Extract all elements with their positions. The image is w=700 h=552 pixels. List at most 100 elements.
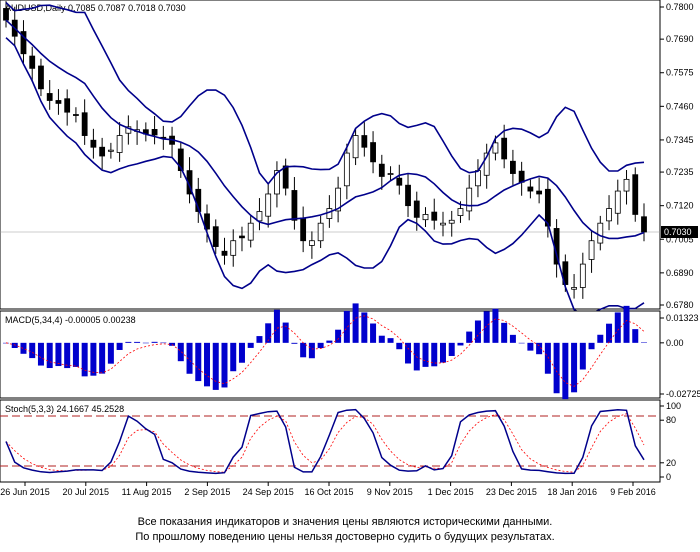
candle-body bbox=[370, 142, 376, 163]
macd-bar bbox=[90, 342, 97, 376]
macd-bar bbox=[46, 342, 53, 369]
date-tick-label: 24 Sep 2015 bbox=[243, 487, 294, 497]
date-tick-label: 26 Jun 2015 bbox=[0, 487, 50, 497]
candle-body bbox=[431, 211, 438, 221]
macd-bar bbox=[474, 320, 481, 343]
macd-bar bbox=[29, 342, 36, 359]
macd-bar bbox=[457, 342, 464, 346]
candle-body bbox=[256, 211, 263, 222]
macd-bar bbox=[247, 342, 254, 348]
price-tick-label: 0.7345 bbox=[666, 135, 694, 145]
date-tick-label: 18 Jan 2016 bbox=[547, 487, 597, 497]
candle-body bbox=[501, 137, 508, 160]
macd-bar bbox=[11, 342, 18, 349]
price-tick-label: 0.6780 bbox=[666, 300, 694, 310]
macd-bar bbox=[562, 342, 569, 400]
candle-body bbox=[440, 222, 446, 226]
candle-body bbox=[571, 287, 577, 290]
main-panel bbox=[0, 0, 661, 310]
macd-bar bbox=[308, 342, 315, 359]
stoch-tick-label: 20 bbox=[666, 458, 676, 468]
macd-bar bbox=[439, 342, 446, 363]
macd-bar bbox=[142, 342, 149, 344]
candle-body bbox=[326, 208, 333, 219]
macd-bar bbox=[396, 342, 403, 350]
candle-body bbox=[107, 149, 114, 152]
candle-body bbox=[527, 186, 534, 192]
candle-body bbox=[405, 184, 411, 207]
candle-body bbox=[606, 208, 612, 222]
candle-body bbox=[99, 146, 106, 157]
macd-bar bbox=[544, 342, 551, 374]
candle-body bbox=[588, 240, 595, 260]
macd-bar bbox=[72, 342, 79, 367]
macd-bar bbox=[606, 323, 613, 343]
macd-bar bbox=[483, 311, 490, 343]
candle-body bbox=[73, 114, 79, 116]
candle-body bbox=[352, 135, 359, 159]
candle-body bbox=[579, 263, 586, 288]
macd-bar bbox=[378, 335, 385, 343]
macd-bar bbox=[448, 342, 455, 356]
candle-body bbox=[116, 135, 123, 153]
macd-bar bbox=[55, 342, 62, 367]
macd-bar bbox=[195, 342, 202, 382]
macd-tick-label: 0.01323 bbox=[666, 313, 699, 323]
candle-body bbox=[247, 222, 254, 241]
macd-bar bbox=[422, 342, 429, 367]
date-axis: 26 Jun 2015 20 Jul 2015 11 Aug 2015 2 Sep 2… bbox=[0, 482, 656, 497]
macd-bar bbox=[641, 342, 647, 343]
macd-bar bbox=[212, 342, 219, 390]
macd-bar bbox=[20, 342, 27, 354]
macd-bar bbox=[151, 341, 158, 343]
candle-body bbox=[38, 65, 44, 90]
macd-bar bbox=[81, 342, 88, 377]
macd-bar bbox=[352, 303, 359, 343]
macd-tick-label: -0.02725 bbox=[666, 389, 700, 399]
candle-body bbox=[614, 190, 621, 214]
candle-body bbox=[422, 214, 429, 221]
date-tick-label: 16 Oct 2015 bbox=[304, 487, 353, 497]
macd-bar bbox=[579, 342, 586, 370]
macd-bar bbox=[614, 312, 621, 343]
candle-body bbox=[265, 193, 272, 217]
candle-body bbox=[81, 112, 88, 136]
macd-bar bbox=[632, 329, 639, 343]
macd-bar bbox=[291, 342, 298, 344]
candle-body bbox=[55, 100, 62, 104]
macd-bar bbox=[160, 342, 167, 344]
price-chart: AUDUSD,Daily 0.7085 0.7087 0.7018 0.7030… bbox=[0, 0, 700, 497]
macd-bar bbox=[597, 334, 604, 343]
macd-bar bbox=[492, 308, 499, 343]
stoch-tick-label: 80 bbox=[666, 415, 676, 425]
candle-body bbox=[641, 216, 647, 233]
macd-bar bbox=[300, 342, 307, 358]
macd-header: MACD(5,34,4) -0.00005 0.00238 bbox=[5, 315, 136, 325]
macd-bar bbox=[370, 323, 377, 343]
macd-bar bbox=[326, 340, 333, 343]
candle-body bbox=[396, 177, 403, 186]
candle-body bbox=[466, 187, 473, 212]
candle-body bbox=[378, 163, 385, 177]
macd-bar bbox=[518, 342, 525, 344]
candle-body bbox=[623, 178, 630, 192]
candle-body bbox=[64, 98, 71, 113]
date-tick-label: 11 Aug 2015 bbox=[122, 487, 172, 497]
date-tick-label: 23 Dec 2015 bbox=[486, 487, 537, 497]
price-tick-label: 0.7460 bbox=[666, 101, 694, 111]
candle-body bbox=[343, 152, 350, 187]
candle-body bbox=[510, 160, 516, 174]
candle-body bbox=[291, 190, 298, 221]
macd-bar bbox=[527, 342, 534, 351]
macd-bar bbox=[317, 342, 324, 349]
candle-body bbox=[3, 8, 9, 21]
last-price-label: 0.7030 bbox=[664, 227, 692, 237]
date-tick-label: 20 Jul 2015 bbox=[63, 487, 110, 497]
date-tick-label: 1 Dec 2015 bbox=[428, 487, 474, 497]
candle-body bbox=[413, 200, 420, 218]
macd-bar bbox=[623, 305, 630, 343]
macd-bar bbox=[501, 322, 508, 343]
candle-body bbox=[492, 142, 499, 154]
candle-body bbox=[361, 135, 368, 148]
macd-bar bbox=[588, 342, 595, 350]
